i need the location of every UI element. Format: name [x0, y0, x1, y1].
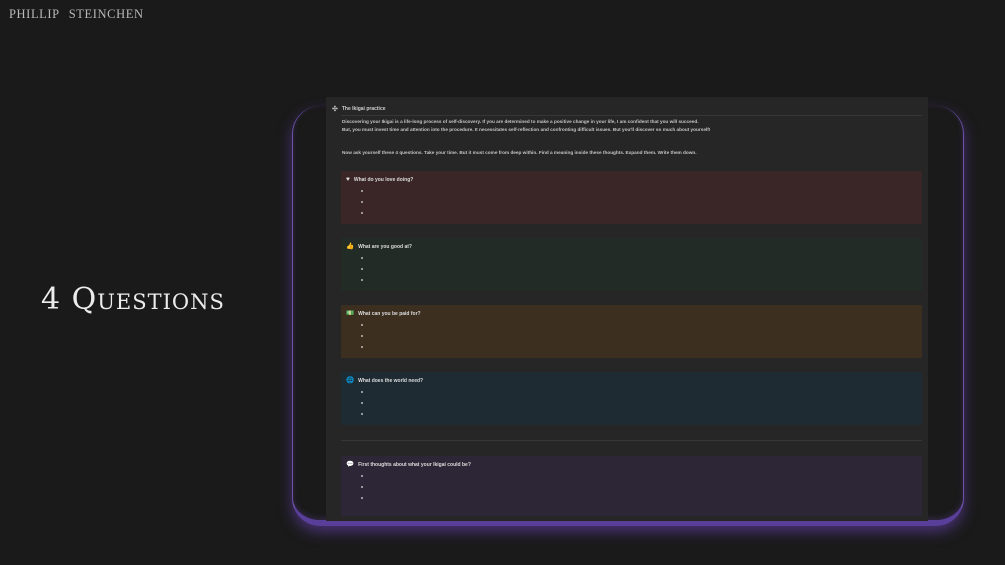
brand-name: PHILLIP STEINCHEN — [9, 7, 144, 22]
list-item[interactable] — [357, 471, 417, 482]
intro-line-2[interactable]: But, you must invest time and attention … — [342, 126, 917, 134]
list-item[interactable] — [357, 398, 417, 409]
bullet-list — [357, 320, 417, 353]
list-item[interactable] — [357, 264, 417, 275]
callout-title: What are you good at? — [358, 244, 412, 251]
list-item[interactable] — [357, 275, 417, 286]
callout-title: What can you be paid for? — [358, 311, 421, 318]
heart-icon: ♥ — [346, 176, 350, 183]
brand-first-name: PHILLIP — [9, 7, 60, 21]
callout-title: What does the world need? — [358, 378, 424, 385]
list-item[interactable] — [357, 186, 417, 197]
notion-page-screen: ✣ The Ikigai practice Discovering your I… — [326, 97, 928, 521]
slide-headline: 4 Questions — [41, 282, 225, 317]
list-item[interactable] — [357, 331, 417, 342]
globe-icon: 🌐 — [346, 377, 355, 384]
list-item[interactable] — [357, 342, 417, 353]
instruction-text[interactable]: Now ask yourself these 4 questions. Take… — [342, 149, 917, 157]
divider — [341, 115, 922, 116]
list-item[interactable] — [357, 197, 417, 208]
callout-world-needs[interactable]: 🌐 What does the world need? — [341, 372, 922, 425]
list-item[interactable] — [357, 482, 417, 493]
list-item[interactable] — [357, 493, 417, 504]
list-item[interactable] — [357, 208, 417, 219]
list-item[interactable] — [357, 409, 417, 420]
divider — [341, 440, 922, 441]
thumbs-up-icon: 👍 — [346, 243, 355, 250]
callout-paid-for[interactable]: 💵 What can you be paid for? — [341, 305, 922, 358]
list-item[interactable] — [357, 253, 417, 264]
callout-love[interactable]: ♥ What do you love doing? — [341, 171, 922, 224]
list-item[interactable] — [357, 320, 417, 331]
intro-line-1[interactable]: Discovering your Ikigai is a life-long p… — [342, 118, 917, 126]
bullet-list — [357, 253, 417, 286]
bullet-list — [357, 387, 417, 420]
brand-last-name: STEINCHEN — [68, 7, 144, 21]
page-title[interactable]: The Ikigai practice — [342, 106, 386, 112]
list-item[interactable] — [357, 387, 417, 398]
page-header: ✣ The Ikigai practice — [332, 104, 386, 114]
callout-title: What do you love doing? — [353, 177, 414, 184]
speech-bubble-icon: 💬 — [346, 461, 355, 468]
callout-first-thoughts[interactable]: 💬 First thoughts about what your Ikigai … — [341, 456, 922, 516]
bullet-list — [357, 186, 417, 219]
money-icon: 💵 — [346, 310, 355, 317]
bullet-list — [357, 471, 417, 504]
compass-icon: ✣ — [332, 105, 338, 113]
callout-title: First thoughts about what your Ikigai co… — [358, 462, 471, 469]
callout-good-at[interactable]: 👍 What are you good at? — [341, 238, 922, 291]
